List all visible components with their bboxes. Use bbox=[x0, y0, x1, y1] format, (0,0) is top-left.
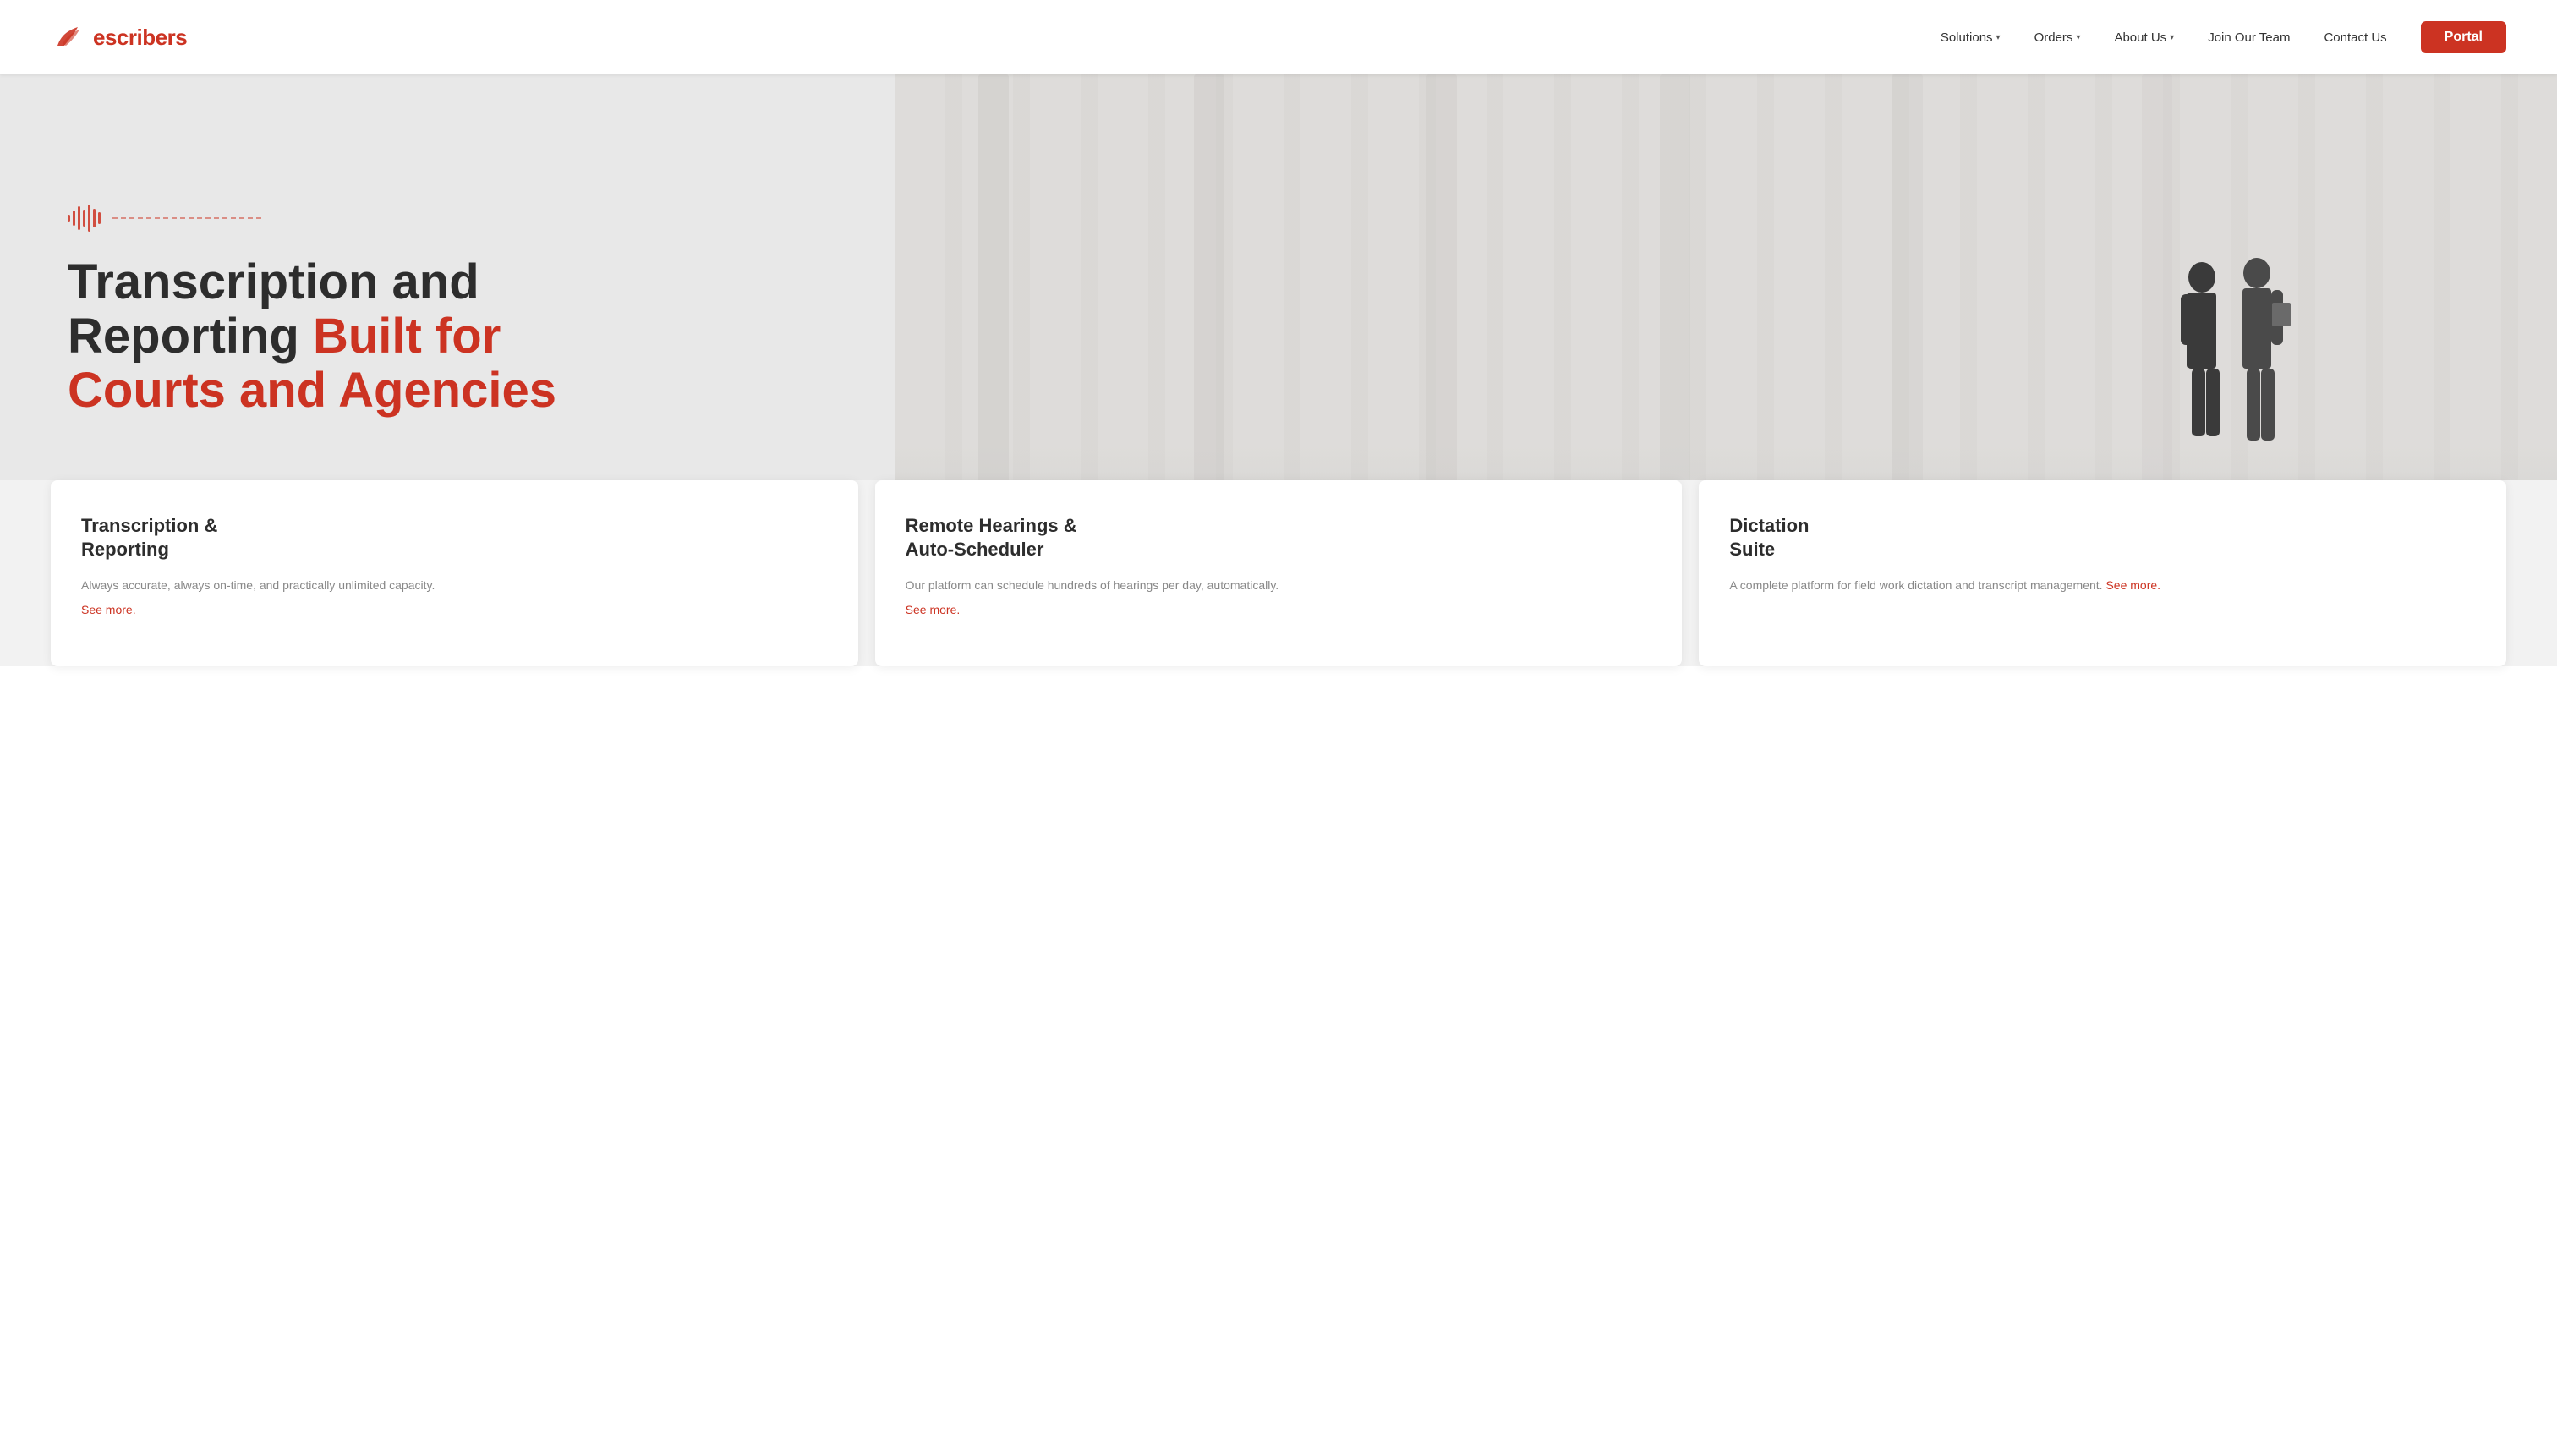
wave-bar bbox=[93, 209, 96, 227]
card-desc-hearings: Our platform can schedule hundreds of he… bbox=[906, 576, 1652, 594]
card-hearings: Remote Hearings &Auto-Scheduler Our plat… bbox=[875, 480, 1683, 666]
wave-bar bbox=[73, 211, 75, 226]
nav-item-orders[interactable]: Orders ▾ bbox=[2021, 24, 2094, 52]
chevron-down-icon: ▾ bbox=[2076, 33, 2080, 42]
chevron-down-icon: ▾ bbox=[2170, 33, 2174, 42]
card-link-hearings[interactable]: See more. bbox=[906, 603, 961, 616]
logo[interactable]: escribers bbox=[51, 19, 187, 56]
nav-item-solutions[interactable]: Solutions ▾ bbox=[1927, 24, 2014, 52]
card-title-transcription: Transcription &Reporting bbox=[81, 514, 828, 561]
logo-text: escribers bbox=[93, 25, 187, 51]
card-link-dictation[interactable]: See more. bbox=[2105, 578, 2160, 592]
hero-content: Transcription and Reporting Built for Co… bbox=[0, 154, 607, 468]
wave-bar bbox=[83, 210, 85, 227]
card-transcription: Transcription &Reporting Always accurate… bbox=[51, 480, 858, 666]
card-title-dictation: DictationSuite bbox=[1729, 514, 2476, 561]
waveform-decoration bbox=[68, 205, 556, 232]
cards-section: Transcription &Reporting Always accurate… bbox=[0, 480, 2557, 666]
card-dictation: DictationSuite A complete platform for f… bbox=[1699, 480, 2506, 666]
card-link-transcription[interactable]: See more. bbox=[81, 603, 136, 616]
wave-line-decoration bbox=[112, 217, 265, 219]
nav-item-contact[interactable]: Contact Us bbox=[2310, 24, 2400, 52]
nav-item-join[interactable]: Join Our Team bbox=[2194, 24, 2303, 52]
wave-bar bbox=[88, 205, 90, 232]
wave-bar bbox=[78, 206, 80, 230]
people-silhouettes bbox=[2155, 244, 2308, 480]
card-desc-transcription: Always accurate, always on-time, and pra… bbox=[81, 576, 828, 594]
chevron-down-icon: ▾ bbox=[1996, 33, 2001, 42]
hero-heading: Transcription and Reporting Built for Co… bbox=[68, 255, 556, 417]
wave-bar bbox=[98, 212, 101, 224]
hero-section: Transcription and Reporting Built for Co… bbox=[0, 74, 2557, 548]
portal-button[interactable]: Portal bbox=[2421, 21, 2506, 53]
nav-item-about[interactable]: About Us ▾ bbox=[2100, 24, 2187, 52]
wave-bar bbox=[68, 215, 70, 222]
card-desc-dictation: A complete platform for field work dicta… bbox=[1729, 576, 2476, 594]
navbar: escribers Solutions ▾ Orders ▾ About Us … bbox=[0, 0, 2557, 74]
card-title-hearings: Remote Hearings &Auto-Scheduler bbox=[906, 514, 1652, 561]
logo-icon bbox=[51, 19, 88, 56]
hero-background bbox=[895, 74, 2557, 548]
nav-links: Solutions ▾ Orders ▾ About Us ▾ Join Our… bbox=[1927, 21, 2506, 53]
